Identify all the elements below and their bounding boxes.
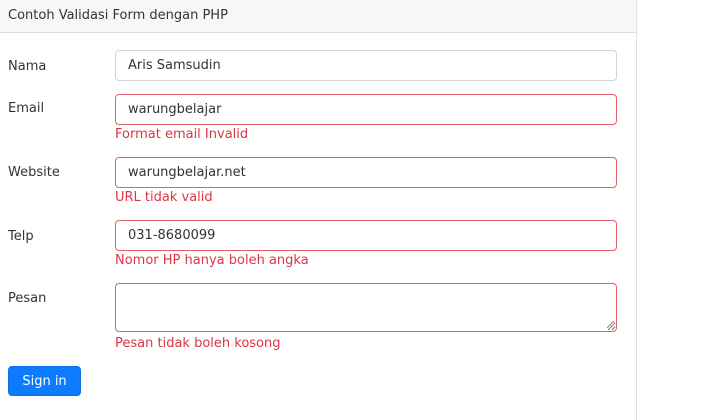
sign-in-button[interactable]: Sign in: [8, 366, 81, 396]
telp-input[interactable]: [115, 220, 617, 251]
pesan-label: Pesan: [8, 291, 47, 306]
card-title: Contoh Validasi Form dengan PHP: [8, 8, 228, 23]
email-input[interactable]: [115, 94, 617, 125]
pesan-textarea[interactable]: [115, 283, 617, 332]
email-label: Email: [8, 101, 45, 116]
telp-label: Telp: [8, 229, 34, 244]
nama-input[interactable]: [115, 50, 617, 81]
pesan-error-message: Pesan tidak boleh kosong: [115, 336, 281, 351]
email-error-message: Format email Invalid: [115, 127, 249, 142]
website-input[interactable]: [115, 157, 617, 188]
nama-label: Nama: [8, 59, 47, 74]
card-header: Contoh Validasi Form dengan PHP: [0, 0, 636, 33]
website-error-message: URL tidak valid: [115, 190, 213, 205]
website-label: Website: [8, 165, 60, 180]
telp-error-message: Nomor HP hanya boleh angka: [115, 253, 309, 268]
form-card: Contoh Validasi Form dengan PHP Nama Ema…: [0, 0, 637, 420]
